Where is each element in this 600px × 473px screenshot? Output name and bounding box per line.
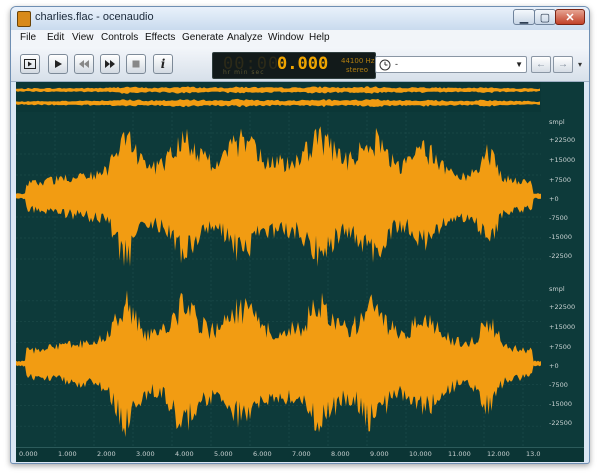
waveform-channel-left[interactable] [16, 112, 541, 280]
close-button[interactable]: ✕ [555, 9, 585, 25]
time-tick: 9.000 [370, 450, 389, 458]
scale-tick-left: -7500 [549, 214, 568, 222]
stop-icon [132, 60, 140, 68]
toolbar-more-button[interactable]: ▾ [578, 60, 582, 69]
play-icon [55, 60, 62, 68]
time-tick: 4.000 [175, 450, 194, 458]
fast-forward-button[interactable] [100, 54, 120, 74]
selection-dropdown[interactable]: - ▼ [375, 56, 527, 73]
fast-forward-icon [105, 60, 115, 68]
time-axis[interactable]: 0.000 1.000 2.000 3.000 4.000 5.000 6.00… [16, 447, 584, 462]
menu-controls[interactable]: Controls [101, 32, 138, 43]
time-tick: 3.000 [136, 450, 155, 458]
info-button[interactable]: i [153, 54, 173, 74]
time-tick: 1.000 [58, 450, 77, 458]
menu-effects[interactable]: Effects [145, 32, 175, 43]
scale-unit-right: smpl [549, 285, 565, 293]
menu-generate[interactable]: Generate [182, 32, 224, 43]
play-selection-icon [24, 59, 36, 69]
time-tick: 10.000 [409, 450, 432, 458]
scale-tick-left: +15000 [549, 156, 576, 164]
menu-edit[interactable]: Edit [47, 32, 64, 43]
channels-label: stereo [346, 66, 369, 74]
scale-tick-right: +0 [549, 362, 559, 370]
menu-window[interactable]: Window [268, 32, 304, 43]
menu-bar: File Edit View Controls Effects Generate… [11, 30, 589, 48]
menu-file[interactable]: File [20, 32, 36, 43]
window-title: charlies.flac - ocenaudio [35, 11, 154, 23]
time-tick: 13.0 [526, 450, 541, 458]
scale-tick-left: +7500 [549, 176, 571, 184]
scale-tick-left: +22500 [549, 136, 576, 144]
waveform-channel-right[interactable] [16, 280, 541, 447]
app-icon [17, 11, 31, 27]
rewind-button[interactable] [74, 54, 94, 74]
waveform-editor[interactable]: smpl +22500 +15000 +7500 +0 -7500 -15000… [16, 82, 584, 462]
title-bar: charlies.flac - ocenaudio ▁ ▢ ✕ [11, 7, 589, 31]
menu-help[interactable]: Help [309, 32, 330, 43]
scale-tick-right: +15000 [549, 323, 576, 331]
back-button[interactable]: ← [531, 56, 551, 73]
forward-button[interactable]: → [553, 56, 573, 73]
scale-unit-left: smpl [549, 118, 565, 126]
minimize-button[interactable]: ▁ [513, 9, 535, 25]
overview-waveform[interactable] [16, 82, 541, 112]
sample-rate-label: 44100 Hz [341, 57, 375, 65]
toolbar: i 00:00 0.000 hr min sec 44100 Hz stereo… [11, 47, 589, 82]
scale-tick-right: +7500 [549, 343, 571, 351]
time-display-value: 0.000 [277, 54, 329, 74]
menu-analyze[interactable]: Analyze [227, 32, 263, 43]
scale-tick-left: -22500 [549, 252, 573, 260]
selection-dropdown-value: - [395, 59, 398, 69]
stop-button[interactable] [126, 54, 146, 74]
scale-tick-right: -15000 [549, 400, 573, 408]
maximize-button[interactable]: ▢ [534, 9, 556, 25]
play-button[interactable] [48, 54, 68, 74]
time-display-units: hr min sec [223, 69, 265, 76]
scale-tick-right: -7500 [549, 381, 568, 389]
scale-tick-left: -15000 [549, 233, 573, 241]
scale-tick-left: +0 [549, 195, 559, 203]
chevron-down-icon: ▼ [515, 60, 523, 69]
time-tick: 8.000 [331, 450, 350, 458]
time-tick: 7.000 [292, 450, 311, 458]
app-window: charlies.flac - ocenaudio ▁ ▢ ✕ File Edi… [10, 6, 590, 464]
clock-icon [379, 59, 391, 71]
time-tick: 6.000 [253, 450, 272, 458]
rewind-icon [79, 60, 89, 68]
time-tick: 0.000 [19, 450, 38, 458]
time-tick: 12.000 [487, 450, 510, 458]
play-selection-button[interactable] [20, 54, 40, 74]
time-tick: 2.000 [97, 450, 116, 458]
time-tick: 5.000 [214, 450, 233, 458]
time-tick: 11.000 [448, 450, 471, 458]
menu-view[interactable]: View [72, 32, 94, 43]
time-display: 00:00 0.000 hr min sec 44100 Hz stereo [212, 52, 376, 79]
scale-tick-right: -22500 [549, 419, 573, 427]
scale-tick-right: +22500 [549, 303, 576, 311]
